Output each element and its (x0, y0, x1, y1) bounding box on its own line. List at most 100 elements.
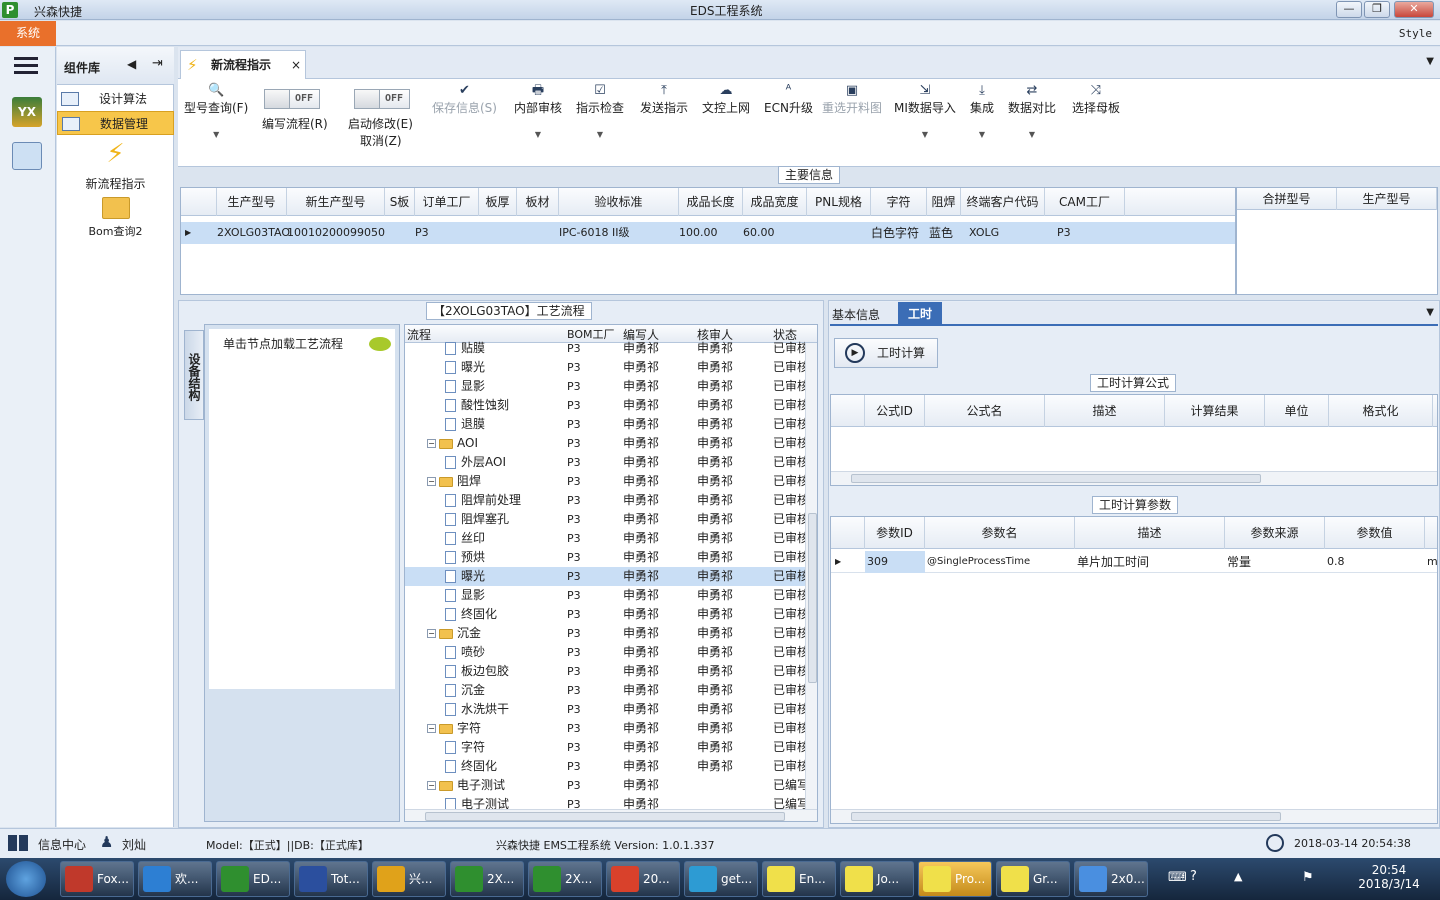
taskbar-item[interactable]: 欢... (138, 861, 212, 897)
yx-module-icon[interactable]: YX (12, 97, 42, 127)
col-header[interactable]: 阻焊 (927, 188, 961, 216)
network-icon[interactable]: ⚑ (1302, 870, 1314, 885)
tree-row[interactable]: 阻焊塞孔 P3 申勇祁 申勇祁 已审核 (405, 510, 805, 529)
collapse-icon[interactable]: − (427, 439, 436, 448)
calculator-module-icon[interactable] (12, 142, 42, 170)
horizontal-scrollbar[interactable] (831, 809, 1437, 823)
col-header[interactable]: 生产型号 (217, 188, 287, 216)
taskbar-item[interactable]: 20... (606, 861, 680, 897)
col-header[interactable]: 公式名 (925, 395, 1045, 427)
tree-row[interactable]: 阻焊前处理 P3 申勇祁 申勇祁 已审核 (405, 491, 805, 510)
close-button[interactable]: ✕ (1394, 1, 1434, 18)
collapse-icon[interactable]: − (427, 477, 436, 486)
calc-work-hours-button[interactable]: ▶ 工时计算 (834, 338, 938, 368)
taskbar-item[interactable]: Gr... (996, 861, 1070, 897)
col-header[interactable]: 参数名 (925, 517, 1075, 549)
tree-row[interactable]: 板边包胶 P3 申勇祁 申勇祁 已审核 (405, 662, 805, 681)
new-process-item[interactable]: ⚡ 新流程指示 (57, 139, 174, 192)
col-header[interactable]: 新生产型号 (287, 188, 385, 216)
taskbar-item[interactable]: Jo... (840, 861, 914, 897)
tray-expand-icon[interactable]: ▲ (1234, 870, 1242, 883)
minimize-button[interactable]: — (1336, 1, 1362, 18)
tab-work-hours[interactable]: 工时 (898, 302, 942, 326)
scrollbar-thumb[interactable] (851, 474, 1261, 483)
scrollbar-thumb[interactable] (851, 812, 1281, 821)
tab-close-icon[interactable]: × (291, 51, 301, 79)
tree-row[interactable]: 显影 P3 申勇祁 申勇祁 已审核 (405, 377, 805, 396)
taskbar-item[interactable]: Pro... (918, 861, 992, 897)
scrollbar-thumb[interactable] (808, 513, 817, 683)
menu-system[interactable]: 系统 (0, 21, 56, 46)
taskbar-item[interactable]: ED... (216, 861, 290, 897)
collapse-icon[interactable]: − (427, 629, 436, 638)
col-header[interactable]: 描述 (1045, 395, 1165, 427)
col-header[interactable]: 生产型号 (1337, 188, 1437, 210)
col-header[interactable]: 成品宽度 (743, 188, 807, 216)
tree-row[interactable]: 水洗烘干 P3 申勇祁 申勇祁 已审核 (405, 700, 805, 719)
tree-row[interactable]: − 电子测试 P3 申勇祁 已编写 (405, 776, 805, 795)
col-header[interactable]: S板 (385, 188, 415, 216)
integrate-button[interactable]: ⤓ 集成 ▼ (970, 83, 994, 139)
tree-row[interactable]: − 沉金 P3 申勇祁 申勇祁 已审核 (405, 624, 805, 643)
col-header[interactable]: 字符 (871, 188, 927, 216)
tree-row[interactable]: 退膜 P3 申勇祁 申勇祁 已审核 (405, 415, 805, 434)
col-header[interactable]: PNL规格 (807, 188, 871, 216)
maximize-button[interactable]: ❐ (1364, 1, 1390, 18)
col-header[interactable]: 验收标准 (559, 188, 679, 216)
data-compare-button[interactable]: ⇄ 数据对比 ▼ (1008, 83, 1056, 139)
tree-row[interactable]: 终固化 P3 申勇祁 申勇祁 已审核 (405, 605, 805, 624)
taskbar-item[interactable]: Tot... (294, 861, 368, 897)
col-header[interactable]: CAM工厂 (1045, 188, 1125, 216)
col-header[interactable]: 单位 (1265, 395, 1329, 427)
horizontal-scrollbar[interactable] (405, 809, 817, 821)
col-header[interactable]: 成品长度 (679, 188, 743, 216)
instruction-check-button[interactable]: ☑ 指示检查 ▼ (576, 83, 624, 139)
taskbar-item[interactable]: 2x0... (1074, 861, 1148, 897)
taskbar-item[interactable]: 兴... (372, 861, 446, 897)
taskbar-item[interactable]: Fox... (60, 861, 134, 897)
info-center-link[interactable]: 信息中心 (38, 836, 86, 853)
save-info-button[interactable]: ✔ 保存信息(S) (432, 83, 497, 116)
tree-row[interactable]: 字符 P3 申勇祁 申勇祁 已审核 (405, 738, 805, 757)
col-header[interactable]: 计算结果 (1165, 395, 1265, 427)
start-modify-toggle[interactable]: OFF (354, 89, 410, 109)
style-menu[interactable]: Style (1399, 27, 1432, 40)
tab-basic-info[interactable]: 基本信息 (832, 306, 880, 323)
chevron-down-icon[interactable]: ▼ (1426, 56, 1434, 67)
tree-row[interactable]: 外层AOI P3 申勇祁 申勇祁 已审核 (405, 453, 805, 472)
chevron-down-icon[interactable]: ▼ (1426, 307, 1434, 318)
tree-row[interactable]: 终固化 P3 申勇祁 申勇祁 已审核 (405, 757, 805, 776)
tree-row[interactable]: 酸性蚀刻 P3 申勇祁 申勇祁 已审核 (405, 396, 805, 415)
bom-query-item[interactable]: Bom查询2 (57, 197, 174, 239)
tree-row[interactable]: 电子测试 P3 申勇祁 已编写 (405, 795, 805, 809)
reselect-cutting-chart-button[interactable]: ▣ 重选开料图 (822, 83, 882, 116)
col-header[interactable]: 描述 (1075, 517, 1225, 549)
hamburger-menu-icon[interactable] (14, 57, 38, 60)
help-icon[interactable]: ? (1190, 869, 1197, 884)
system-clock[interactable]: 20:54 2018/3/14 (1352, 863, 1426, 891)
model-query-button[interactable]: 🔍 型号查询(F) ▼ (184, 83, 248, 139)
tree-row[interactable]: 沉金 P3 申勇祁 申勇祁 已审核 (405, 681, 805, 700)
table-row[interactable]: ▶ 309 @SingleProcessTime 单片加工时间 常量 0.8 m… (831, 551, 1437, 573)
collapse-icon[interactable]: − (427, 781, 436, 790)
col-header[interactable]: 板材 (517, 188, 559, 216)
tree-row[interactable]: 喷砂 P3 申勇祁 申勇祁 已审核 (405, 643, 805, 662)
col-header[interactable]: 参数ID (865, 517, 925, 549)
collapse-icon[interactable]: − (427, 724, 436, 733)
tree-row[interactable]: − AOI P3 申勇祁 申勇祁 已审核 (405, 434, 805, 453)
tree-row[interactable]: 丝印 P3 申勇祁 申勇祁 已审核 (405, 529, 805, 548)
col-header[interactable]: 合拼型号 (1237, 188, 1337, 210)
table-row[interactable]: ▶ 2XOLG03TAO 10010200099050 P3 IPC-6018 … (181, 222, 1235, 244)
pin-icon[interactable]: ⇥ (152, 56, 163, 71)
tab-new-process[interactable]: ⚡ 新流程指示 × (180, 50, 306, 79)
panel-item-data-management[interactable]: 数据管理 (57, 111, 174, 135)
col-header[interactable]: 终端客户代码 (961, 188, 1045, 216)
col-header[interactable]: 参数来源 (1225, 517, 1325, 549)
select-mother-board-button[interactable]: ⤨ 选择母板 (1072, 83, 1120, 116)
tree-row[interactable]: − 阻焊 P3 申勇祁 申勇祁 已审核 (405, 472, 805, 491)
taskbar-item[interactable]: En... (762, 861, 836, 897)
cancel-modify-button[interactable]: 取消(Z) (360, 132, 402, 149)
col-header[interactable]: 参数值 (1325, 517, 1425, 549)
ecn-upgrade-button[interactable]: ᴬ ECN升级 (764, 83, 813, 116)
tree-row[interactable]: 预烘 P3 申勇祁 申勇祁 已审核 (405, 548, 805, 567)
